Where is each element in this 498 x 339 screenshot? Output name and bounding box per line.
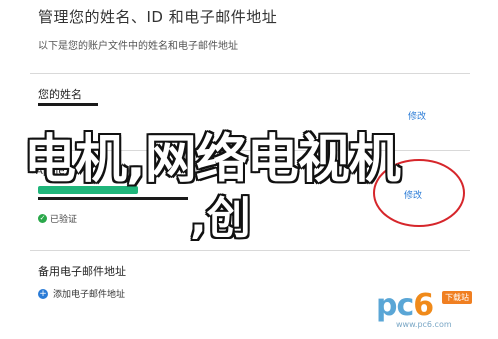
overlay-text-line2: ,创 [190,193,251,244]
verified-status: ✓ 已验证 [38,212,77,225]
verified-label: 已验证 [50,215,78,225]
page-subtitle: 以下是您的账户文件中的姓名和电子邮件地址 [38,41,238,52]
backup-email-title: 备用电子邮件地址 [38,265,126,278]
logo-wordmark: pc6 [376,288,434,323]
redacted-id-underline [38,197,188,200]
redacted-name-bar [38,103,98,106]
add-icon: + [38,288,48,299]
add-email-label: 添加电子邮件地址 [53,290,126,300]
logo-url: www.pc6.com [396,320,452,329]
divider [30,73,470,74]
page-title: 管理您的姓名、ID 和电子邮件地址 [38,8,278,26]
overlay-text-line1: 电机,网络电视机 [24,130,401,190]
logo-pc: pc [376,288,414,323]
add-email-button[interactable]: + 添加电子邮件地址 [38,287,125,300]
logo-6: 6 [413,288,434,323]
pc6-watermark-logo: pc6 下载站 www.pc6.com [376,288,494,334]
check-icon: ✓ [38,214,47,223]
divider [30,250,470,251]
edit-name-link[interactable]: 修改 [408,109,426,122]
name-section-title: 您的姓名 [38,88,82,101]
logo-badge: 下载站 [442,291,472,304]
